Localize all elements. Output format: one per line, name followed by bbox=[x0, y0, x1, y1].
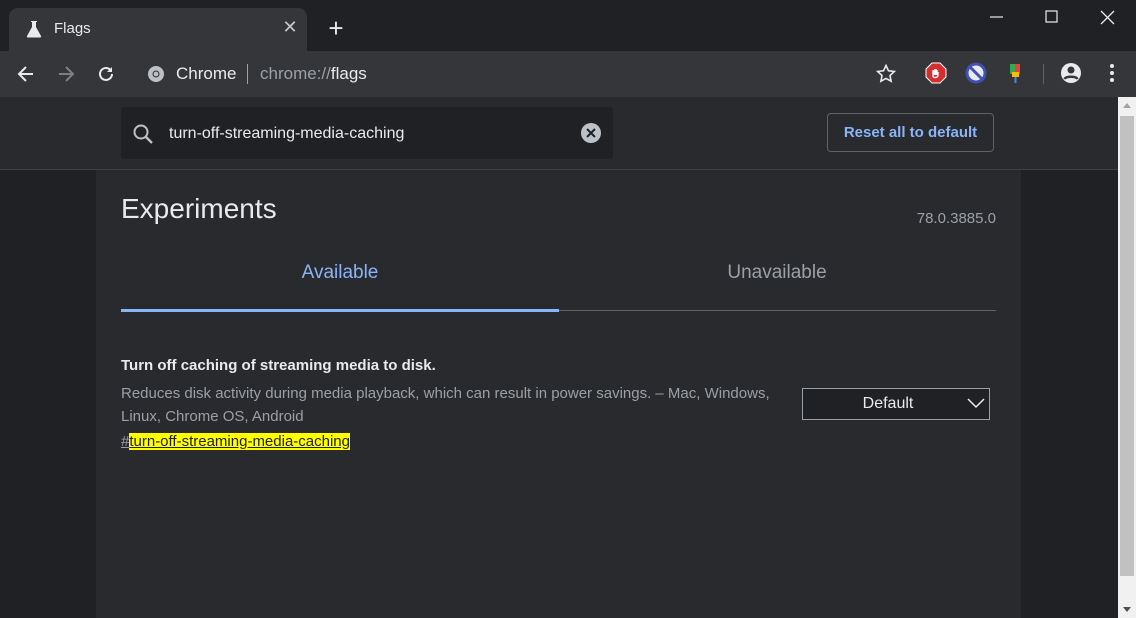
profile-button[interactable] bbox=[1059, 61, 1083, 85]
minimize-icon bbox=[990, 16, 1003, 18]
url-text[interactable]: chrome://flags bbox=[260, 64, 367, 84]
selected-tab-indicator bbox=[121, 309, 559, 312]
maximize-icon bbox=[1045, 10, 1058, 23]
more-vert-icon bbox=[1110, 64, 1114, 82]
version-label: 78.0.3885.0 bbox=[916, 210, 996, 227]
reload-button[interactable] bbox=[92, 60, 120, 88]
reload-icon bbox=[99, 66, 113, 81]
menu-button[interactable] bbox=[1100, 61, 1124, 85]
scroll-down-arrow-icon[interactable] bbox=[1118, 601, 1136, 618]
tab-title: Flags bbox=[54, 20, 91, 37]
flask-icon bbox=[26, 21, 42, 38]
page-title: Experiments bbox=[121, 193, 277, 224]
flag-permalink[interactable]: #turn-off-streaming-media-caching bbox=[121, 433, 350, 450]
forward-button[interactable] bbox=[52, 60, 80, 88]
omnibox[interactable]: Chrome chrome://flags bbox=[134, 56, 904, 92]
adblock-extension-icon[interactable] bbox=[924, 61, 948, 85]
flag-state-select[interactable]: Default bbox=[802, 388, 990, 420]
account-circle-icon bbox=[1061, 63, 1081, 83]
minimize-button[interactable] bbox=[968, 0, 1026, 34]
search-icon bbox=[133, 124, 153, 144]
close-icon bbox=[1100, 10, 1115, 25]
site-chip-label: Chrome bbox=[176, 64, 237, 83]
tab-strip: Flags ✕ + bbox=[0, 0, 1136, 51]
tab-close-icon[interactable]: ✕ bbox=[280, 17, 300, 37]
reset-all-button[interactable]: Reset all to default bbox=[827, 113, 994, 152]
back-button[interactable] bbox=[12, 60, 40, 88]
block-extension-icon[interactable] bbox=[964, 61, 988, 85]
toolbar-divider bbox=[1043, 64, 1044, 84]
search-input[interactable] bbox=[167, 120, 571, 148]
omnibox-separator bbox=[247, 64, 248, 84]
pin-extension-icon[interactable] bbox=[1004, 61, 1028, 85]
flag-id-highlight: turn-off-streaming-media-caching bbox=[129, 433, 350, 450]
browser-tab[interactable]: Flags ✕ bbox=[9, 8, 307, 51]
search-box[interactable] bbox=[121, 107, 613, 159]
scrollbar-thumb[interactable] bbox=[1120, 116, 1134, 576]
scroll-up-arrow-icon[interactable] bbox=[1118, 97, 1136, 114]
new-tab-button[interactable]: + bbox=[323, 15, 349, 41]
back-arrow-icon bbox=[17, 66, 33, 82]
flag-description: Reduces disk activity during media playb… bbox=[121, 385, 770, 425]
forward-arrow-icon bbox=[59, 66, 75, 82]
bookmark-star-icon[interactable] bbox=[874, 62, 898, 86]
tab-available[interactable]: Available bbox=[121, 262, 559, 310]
tab-unavailable[interactable]: Unavailable bbox=[558, 262, 996, 310]
chevron-down-icon bbox=[967, 398, 985, 409]
flag-state-value: Default bbox=[862, 395, 914, 412]
flags-page: Reset all to default Experiments 78.0.38… bbox=[0, 97, 1118, 618]
flags-header: Reset all to default bbox=[0, 97, 1118, 170]
maximize-button[interactable] bbox=[1023, 0, 1081, 34]
close-window-button[interactable] bbox=[1078, 0, 1136, 34]
experiments-panel: Experiments 78.0.3885.0 Available Unavai… bbox=[96, 170, 1021, 618]
chrome-logo-icon bbox=[148, 66, 164, 82]
clear-search-icon[interactable] bbox=[580, 122, 602, 144]
flag-name: Turn off caching of streaming media to d… bbox=[121, 357, 436, 374]
